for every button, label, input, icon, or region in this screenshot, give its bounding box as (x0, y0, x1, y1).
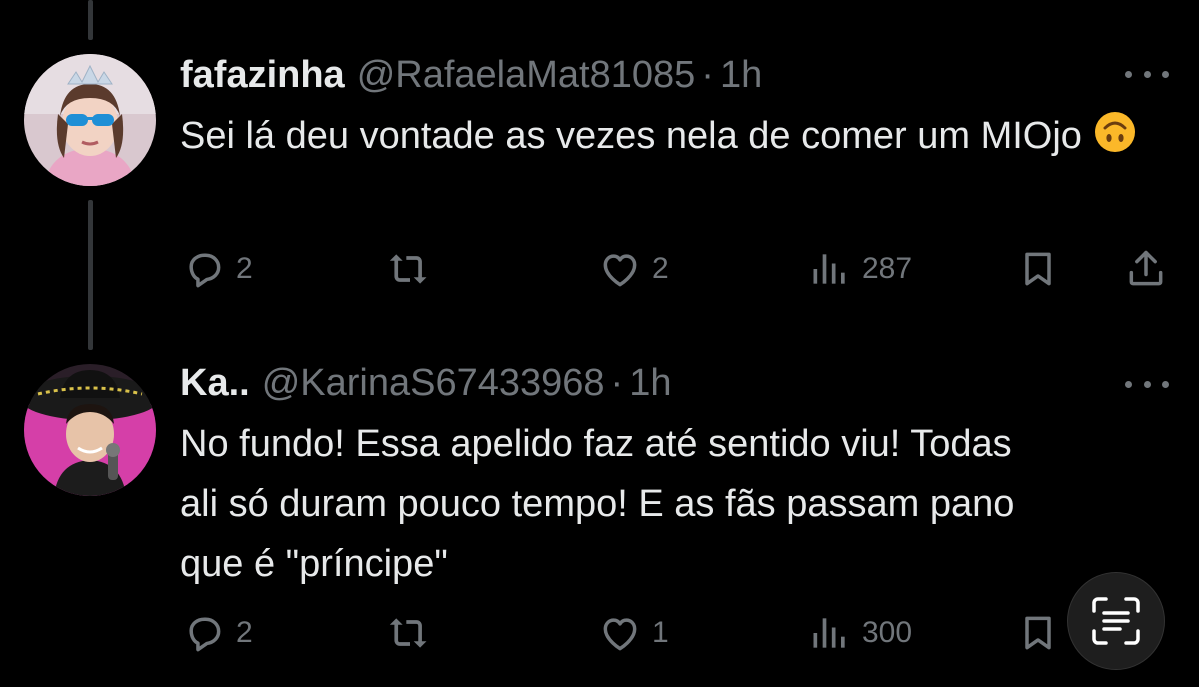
like-button[interactable]: 2 (598, 241, 669, 297)
tweet-text: No fundo! Essa apelido faz até sentido v… (180, 414, 1050, 594)
reply-count: 2 (236, 616, 253, 649)
view-count: 287 (862, 252, 913, 285)
share-button[interactable] (1124, 241, 1178, 297)
reply-button[interactable]: 2 (182, 241, 253, 297)
tweet-text-content: Sei lá deu vontade as vezes nela de come… (180, 115, 1082, 157)
bookmark-button[interactable] (1016, 605, 1070, 661)
tweet-actions: 2 1 300 (0, 605, 1199, 661)
tweet-text-content: No fundo! Essa apelido faz até sentido v… (180, 423, 1015, 585)
user-handle[interactable]: @RafaelaMat81085 (357, 54, 696, 97)
like-count: 1 (652, 616, 669, 649)
bookmark-button[interactable] (1016, 241, 1070, 297)
bookmark-icon (1025, 252, 1051, 286)
display-name[interactable]: fafazinha (180, 54, 345, 97)
like-icon (603, 618, 637, 651)
tweet-header: fafazinha @RafaelaMat81085 · 1h (180, 50, 762, 100)
like-count: 2 (652, 252, 669, 285)
like-button[interactable]: 1 (598, 605, 669, 661)
avatar-woman-sombrero-image (24, 364, 156, 496)
view-count: 300 (862, 616, 913, 649)
upside-down-face-emoji-icon (1093, 110, 1137, 172)
views-button[interactable]: 287 (808, 241, 912, 297)
text-scan-button[interactable] (1068, 573, 1164, 669)
reply-button[interactable]: 2 (182, 605, 253, 661)
reply-count: 2 (236, 252, 253, 285)
display-name[interactable]: Ka.. (180, 362, 250, 405)
share-icon (1129, 250, 1163, 286)
separator-dot: · (610, 361, 624, 404)
tweet-header: Ka.. @KarinaS67433968 · 1h (180, 358, 671, 408)
views-button[interactable]: 300 (808, 605, 912, 661)
reply-icon (189, 617, 221, 652)
more-icon[interactable] (1125, 64, 1169, 84)
like-icon (603, 254, 637, 287)
reply-icon (189, 253, 221, 288)
views-icon (813, 254, 845, 284)
retweet-button[interactable] (388, 241, 442, 297)
thread-line-top (88, 0, 93, 40)
retweet-icon (389, 618, 427, 648)
tweet-text: Sei lá deu vontade as vezes nela de come… (180, 106, 1170, 172)
avatar-girl-tiara-image (24, 54, 156, 186)
timestamp[interactable]: 1h (629, 362, 671, 405)
views-icon (813, 618, 845, 648)
user-handle[interactable]: @KarinaS67433968 (262, 362, 605, 405)
bookmark-icon (1025, 616, 1051, 650)
avatar-karina[interactable] (24, 364, 156, 496)
more-icon[interactable] (1125, 374, 1169, 394)
avatar-fafazinha[interactable] (24, 54, 156, 186)
retweet-icon (389, 254, 427, 284)
text-scan-icon (1092, 597, 1140, 645)
separator-dot: · (701, 53, 714, 96)
tweet-actions: 2 2 287 (0, 241, 1199, 297)
timestamp[interactable]: 1h (720, 54, 762, 97)
retweet-button[interactable] (388, 605, 442, 661)
